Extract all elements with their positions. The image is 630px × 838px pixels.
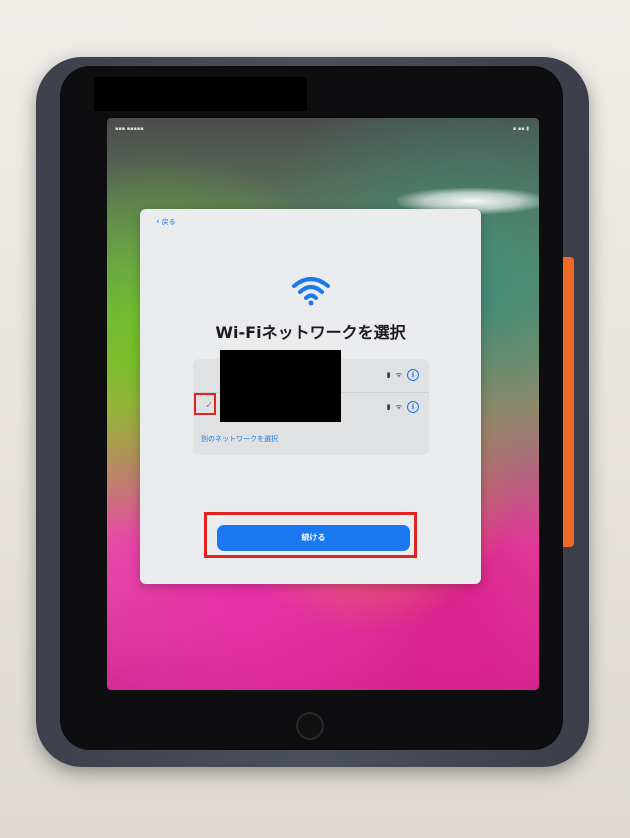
- status-bar: ▪▪▪ ▪▪▪▪▪ ▪ ▪▪ ▮: [107, 124, 539, 134]
- network-status-icons: ▮ ᯤ i: [387, 369, 419, 381]
- highlight-annotation-continue: [204, 512, 417, 558]
- lock-icon: ▮: [386, 403, 391, 411]
- status-battery: ▪ ▪▪ ▮: [512, 126, 529, 132]
- other-network-link[interactable]: 別のネットワークを選択: [201, 434, 278, 444]
- lock-icon: ▮: [386, 371, 391, 379]
- highlight-annotation-checkmark: [194, 393, 216, 415]
- wifi-signal-icon: ᯤ: [395, 402, 402, 411]
- home-button[interactable]: [296, 712, 324, 740]
- wifi-icon: [292, 277, 330, 306]
- status-time: ▪▪▪ ▪▪▪▪▪: [115, 126, 144, 132]
- back-label: 戻る: [161, 218, 176, 226]
- redaction-box: [220, 350, 341, 422]
- redaction-box: [94, 77, 307, 111]
- page-title: Wi-Fiネットワークを選択: [215, 323, 406, 342]
- back-button[interactable]: ‹ 戻る: [156, 217, 176, 227]
- wifi-signal-icon: ᯤ: [395, 370, 402, 379]
- info-icon[interactable]: i: [407, 369, 419, 381]
- info-icon[interactable]: i: [407, 401, 419, 413]
- chevron-left-icon: ‹: [156, 217, 160, 227]
- network-status-icons: ▮ ᯤ i: [387, 401, 419, 413]
